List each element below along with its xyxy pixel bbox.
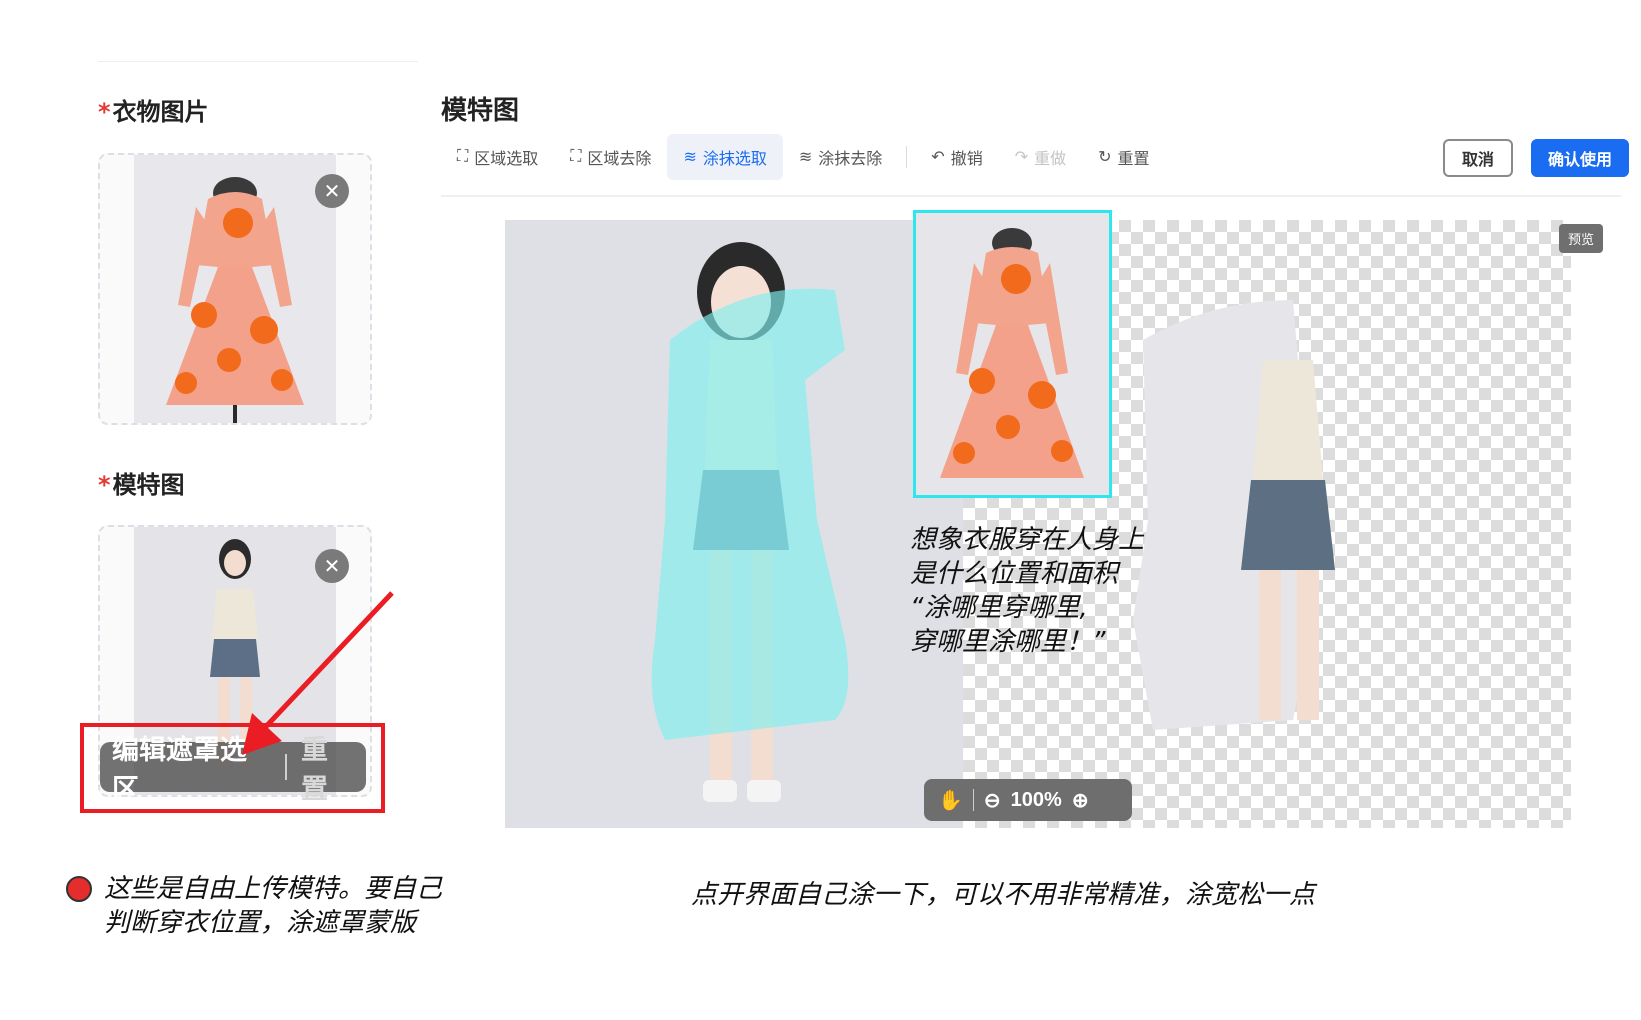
reference-clothes-image [913, 210, 1112, 498]
brush-remove-icon: ≋ [798, 149, 813, 166]
required-mark: * [98, 471, 111, 499]
cancel-button[interactable]: 取消 [1443, 139, 1513, 177]
hand-pan-icon[interactable]: ✋ [938, 788, 963, 813]
preview-badge[interactable]: 预览 [1559, 224, 1604, 253]
area-remove-icon: ⛶ [570, 148, 582, 165]
left-panel-divider [98, 61, 418, 62]
model-title-text: 模特图 [112, 471, 185, 499]
clothes-position-note: 想象衣服穿在人身上 是什么位置和面积 “涂哪里穿哪里, 穿哪里涂哪里！” [910, 525, 1145, 657]
tool-brush-select[interactable]: ≋ 涂抹选取 [667, 134, 783, 180]
editor-toolbar: ⛶ 区域选取 ⛶ 区域去除 ≋ 涂抹选取 ≋ 涂抹去除 ↶ 撤销 ↷ 重做 ↻ … [441, 134, 1166, 180]
clothes-upload-card[interactable]: ✕ [98, 153, 372, 425]
dress-image [134, 155, 336, 423]
pointer-arrow [242, 591, 394, 755]
toolbar-separator [906, 146, 908, 168]
close-icon: ✕ [323, 179, 341, 203]
red-bullet [66, 876, 92, 902]
editor-title: 模特图 [441, 96, 520, 126]
model-section-title: *模特图 [98, 465, 185, 500]
left-annotation-note: 这些是自由上传模特。要自己 判断穿衣位置，涂遮罩蒙版 [104, 874, 443, 938]
reset-icon: ↻ [1098, 149, 1112, 166]
tool-label: 重置 [1117, 151, 1150, 168]
model-with-mask [651, 242, 849, 802]
tool-undo[interactable]: ↶ 撤销 [915, 134, 998, 180]
redo-icon: ↷ [1014, 149, 1029, 166]
tool-brush-remove[interactable]: ≋ 涂抹去除 [783, 134, 898, 180]
clothes-title-text: 衣物图片 [112, 98, 209, 126]
close-icon: ✕ [323, 554, 341, 578]
tool-label: 区域选取 [474, 151, 539, 168]
zoom-in-icon[interactable]: ⊕ [1072, 788, 1089, 813]
zoom-control-bar: ✋ ⊖ 100% ⊕ [924, 779, 1132, 821]
clothes-thumbnail [134, 155, 336, 423]
area-select-icon: ⛶ [457, 148, 469, 165]
mask-canvas[interactable] [505, 220, 963, 828]
undo-icon: ↶ [931, 149, 945, 166]
tool-label: 撤销 [950, 151, 983, 168]
tool-area-select[interactable]: ⛶ 区域选取 [441, 134, 554, 180]
zoom-separator [972, 789, 974, 811]
tool-area-remove[interactable]: ⛶ 区域去除 [554, 134, 667, 180]
zoom-out-icon[interactable]: ⊖ [984, 788, 1001, 813]
zoom-level: 100% [1010, 788, 1062, 811]
remove-clothes-button[interactable]: ✕ [315, 174, 349, 208]
tool-label: 涂抹去除 [818, 151, 883, 168]
tool-redo[interactable]: ↷ 重做 [999, 134, 1082, 180]
tool-label: 重做 [1034, 151, 1067, 168]
remove-model-button[interactable]: ✕ [315, 549, 349, 583]
clothes-section-title: *衣物图片 [98, 92, 209, 127]
tool-reset[interactable]: ↻ 重置 [1082, 134, 1165, 180]
brush-select-icon: ≋ [683, 149, 697, 166]
editor-header-divider [441, 195, 1621, 197]
bottom-annotation-note: 点开界面自己涂一下，可以不用非常精准，涂宽松一点 [691, 880, 1316, 910]
confirm-use-button[interactable]: 确认使用 [1531, 139, 1629, 177]
tool-label: 区域去除 [587, 151, 652, 168]
tool-label: 涂抹选取 [702, 151, 767, 168]
reference-dress-image [916, 213, 1109, 495]
required-mark: * [98, 98, 111, 126]
